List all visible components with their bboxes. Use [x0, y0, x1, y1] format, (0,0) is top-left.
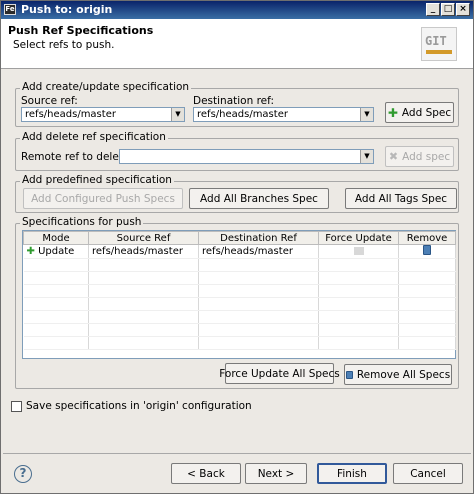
app-icon: Fe	[4, 4, 16, 15]
table-row	[23, 271, 456, 285]
next-button[interactable]: Next >	[245, 463, 307, 484]
column-header-dest[interactable]: Destination Ref	[198, 231, 319, 245]
table-row	[23, 336, 456, 350]
dest-cell[interactable]: refs/heads/master	[198, 244, 319, 259]
source-cell[interactable]: refs/heads/master	[88, 244, 199, 259]
minimize-button[interactable]: _	[426, 3, 440, 16]
cancel-button[interactable]: Cancel	[393, 463, 463, 484]
table-row[interactable]: ✚ Update refs/heads/master refs/heads/ma…	[23, 244, 456, 259]
add-spec-button[interactable]: ✚ Add Spec	[385, 102, 454, 123]
mode-cell[interactable]: ✚ Update	[23, 244, 89, 259]
specs-legend: Specifications for push	[20, 216, 144, 228]
window-title: Push to: origin	[21, 3, 113, 16]
force-update-all-specs-button[interactable]: Force Update All Specs	[219, 363, 340, 384]
page-subtitle: Select refs to push.	[13, 39, 115, 51]
maximize-button[interactable]: □	[441, 3, 455, 16]
git-logo-bar	[426, 50, 452, 54]
back-button[interactable]: < Back	[171, 463, 241, 484]
table-row	[23, 258, 456, 272]
git-logo: GIT	[421, 27, 457, 61]
source-ref-label: Source ref:	[21, 95, 78, 107]
table-row	[23, 310, 456, 324]
trash-icon	[345, 370, 353, 379]
force-cell[interactable]	[318, 244, 399, 259]
column-header-mode[interactable]: Mode	[23, 231, 89, 245]
dest-ref-combo[interactable]: refs/heads/master ▼	[193, 107, 374, 122]
add-all-branches-spec-button[interactable]: Add All Branches Spec	[189, 188, 329, 209]
wizard-header: Push Ref Specifications Select refs to p…	[1, 19, 473, 69]
plus-icon: ✚	[387, 105, 398, 120]
title-bar: Fe Push to: origin _ □ ×	[1, 1, 473, 19]
plus-icon: ✚	[26, 246, 35, 257]
page-title: Push Ref Specifications	[8, 24, 154, 37]
finish-button[interactable]: Finish	[317, 463, 387, 484]
dest-ref-label: Destination ref:	[193, 95, 274, 107]
create-update-legend: Add create/update specification	[20, 81, 192, 93]
table-header-row: Mode Source Ref Destination Ref Force Up…	[23, 231, 456, 245]
remote-ref-combo[interactable]: ▼	[119, 149, 374, 164]
remote-ref-label: Remote ref to delete:	[21, 151, 133, 163]
delete-ref-legend: Add delete ref specification	[20, 131, 168, 143]
chevron-down-icon[interactable]: ▼	[171, 108, 184, 121]
delete-x-icon: ✖	[388, 150, 399, 163]
git-logo-text: GIT	[425, 34, 447, 48]
save-config-label[interactable]: Save specifications in 'origin' configur…	[26, 400, 252, 412]
column-header-force[interactable]: Force Update	[318, 231, 399, 245]
add-delete-spec-button[interactable]: ✖ Add spec	[385, 146, 454, 167]
column-header-source[interactable]: Source Ref	[88, 231, 199, 245]
source-ref-combo[interactable]: refs/heads/master ▼	[21, 107, 185, 122]
add-all-tags-spec-button[interactable]: Add All Tags Spec	[345, 188, 457, 209]
chevron-down-icon[interactable]: ▼	[360, 150, 373, 163]
remove-cell[interactable]	[398, 244, 456, 259]
help-icon[interactable]: ?	[14, 465, 32, 483]
mode-value: Update	[38, 246, 75, 257]
footer-separator	[3, 453, 471, 454]
table-row	[23, 323, 456, 337]
close-button[interactable]: ×	[456, 3, 470, 16]
push-dialog: Fe Push to: origin _ □ × Push Ref Specif…	[0, 0, 474, 494]
add-spec-label: Add Spec	[401, 106, 452, 119]
source-ref-value: refs/heads/master	[25, 109, 116, 120]
trash-icon[interactable]	[423, 245, 431, 255]
column-header-remove[interactable]: Remove	[398, 231, 456, 245]
remove-all-specs-label: Remove All Specs	[356, 368, 451, 381]
table-row	[23, 297, 456, 311]
table-row	[23, 284, 456, 298]
save-config-checkbox[interactable]	[11, 401, 22, 412]
dest-ref-value: refs/heads/master	[197, 109, 288, 120]
specs-table: Mode Source Ref Destination Ref Force Up…	[23, 231, 456, 350]
chevron-down-icon[interactable]: ▼	[360, 108, 373, 121]
predefined-legend: Add predefined specification	[20, 174, 174, 186]
add-configured-push-specs-button[interactable]: Add Configured Push Specs	[23, 188, 183, 209]
remove-all-specs-button[interactable]: Remove All Specs	[344, 364, 452, 385]
force-checkbox-icon[interactable]	[353, 247, 364, 255]
add-delete-spec-label: Add spec	[402, 150, 451, 163]
